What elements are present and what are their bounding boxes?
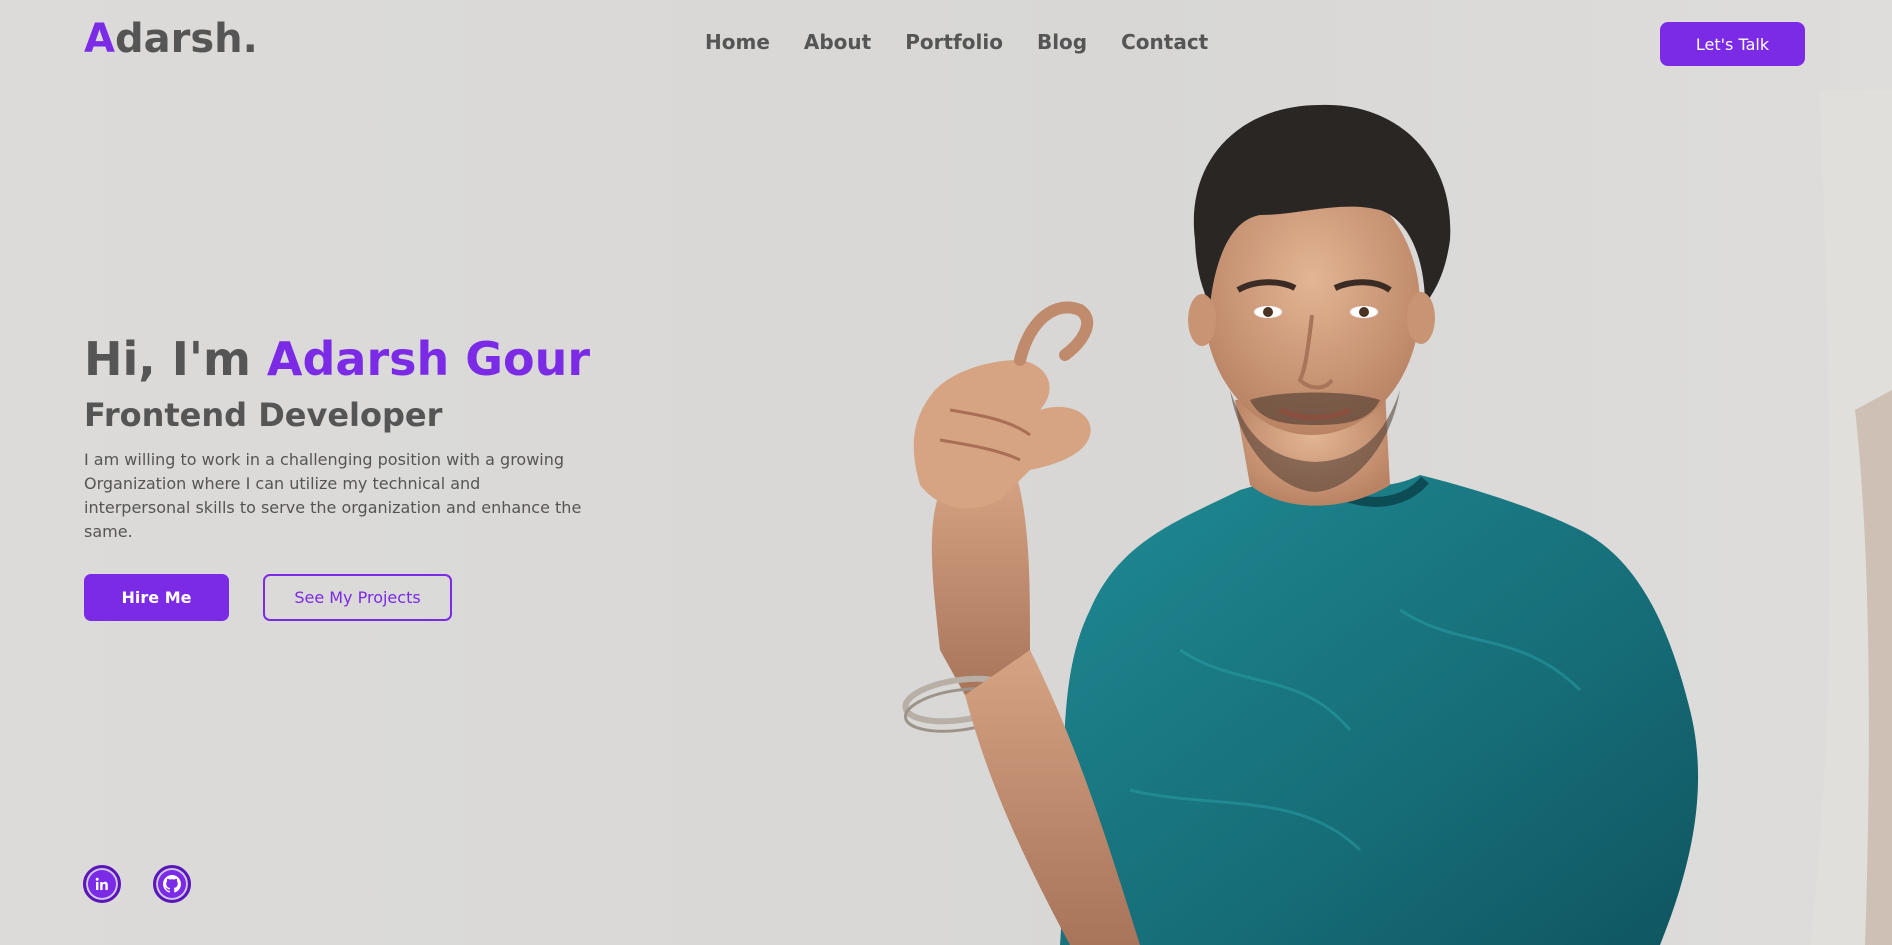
logo-text: darsh. (114, 16, 258, 62)
profile-photo (902, 90, 1892, 945)
portfolio-page: Adarsh. Home About Portfolio Blog Contac… (0, 0, 1892, 945)
logo[interactable]: Adarsh. (84, 16, 258, 62)
github-icon[interactable] (153, 865, 191, 903)
lets-talk-button[interactable]: Let's Talk (1660, 22, 1805, 66)
hero-role: Frontend Developer (84, 396, 443, 434)
see-projects-button[interactable]: See My Projects (263, 574, 452, 621)
linkedin-glyph (95, 877, 108, 890)
main-nav: Home About Portfolio Blog Contact (705, 30, 1208, 54)
site-header: Adarsh. Home About Portfolio Blog Contac… (0, 0, 1892, 88)
linkedin-icon[interactable] (83, 865, 121, 903)
hero-description: I am willing to work in a challenging po… (84, 450, 582, 541)
nav-blog[interactable]: Blog (1037, 30, 1087, 54)
nav-about[interactable]: About (804, 30, 871, 54)
logo-accent-letter: A (84, 16, 115, 62)
hero-section: Hi, I'm Adarsh Gour Frontend Developer I… (84, 330, 604, 621)
nav-portfolio[interactable]: Portfolio (905, 30, 1003, 54)
github-glyph (163, 875, 181, 893)
hero-greeting: Hi, I'm (84, 332, 267, 386)
social-links (83, 865, 191, 903)
nav-home[interactable]: Home (705, 30, 770, 54)
nav-contact[interactable]: Contact (1121, 30, 1208, 54)
hero-heading: Hi, I'm Adarsh Gour (84, 330, 604, 388)
hero-name: Adarsh Gour (266, 332, 591, 386)
hero-buttons: Hire Me See My Projects (84, 574, 604, 621)
hire-me-button[interactable]: Hire Me (84, 574, 229, 621)
